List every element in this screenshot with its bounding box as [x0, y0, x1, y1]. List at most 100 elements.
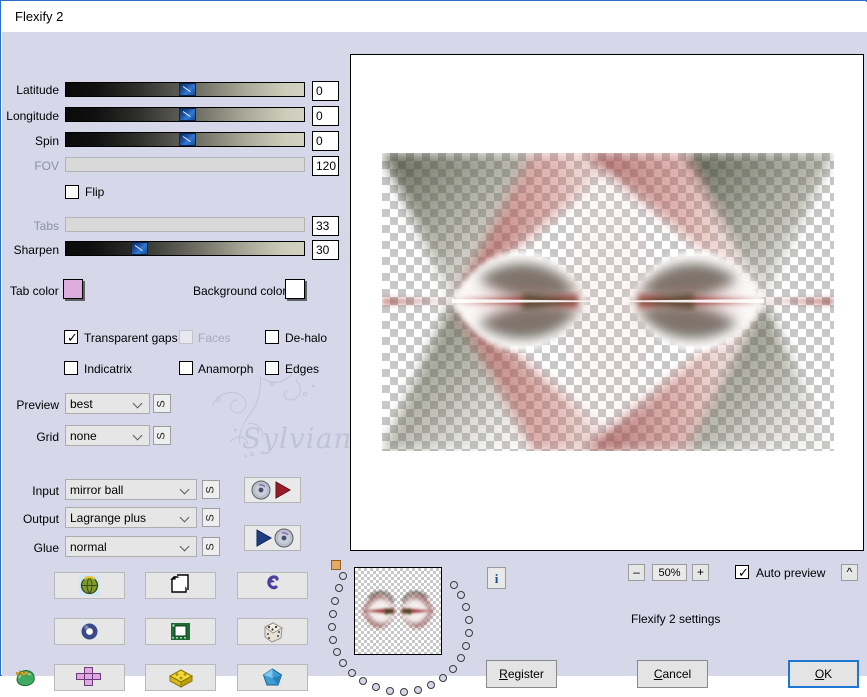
ring-dot[interactable] — [449, 665, 457, 673]
ring-dot[interactable] — [372, 683, 380, 691]
select-input[interactable]: mirror ball — [65, 479, 197, 500]
ring-dot[interactable] — [329, 636, 337, 644]
background-color-swatch[interactable] — [285, 279, 305, 299]
ring-dot[interactable] — [335, 584, 343, 592]
pages-icon — [170, 574, 189, 593]
zoom-out-button[interactable]: – — [628, 564, 645, 581]
sphere-button[interactable] — [54, 618, 125, 645]
ring-dot[interactable] — [465, 616, 473, 624]
checkbox-anamorph[interactable] — [179, 361, 193, 375]
select-grid[interactable]: none — [65, 425, 150, 446]
check-tick-icon: ✓ — [67, 330, 78, 345]
cube-button[interactable] — [145, 664, 216, 691]
ring-dot[interactable] — [439, 674, 447, 682]
slider-handle-spin[interactable] — [179, 133, 196, 146]
ring-dot[interactable] — [328, 623, 336, 631]
title-bar: Flexify 2 — [2, 2, 867, 32]
ring-dot[interactable] — [339, 572, 347, 580]
ring-dot[interactable] — [414, 686, 422, 694]
slider-label-latitude: Latitude — [16, 83, 59, 97]
slider-handle-longitude[interactable] — [179, 108, 196, 121]
ring-dot[interactable] — [333, 648, 341, 656]
slider-label-spin: Spin — [34, 134, 59, 148]
ring-dot[interactable] — [457, 591, 465, 599]
tab-color-swatch[interactable] — [63, 279, 83, 299]
check-tick-icon: ✓ — [738, 565, 749, 580]
zoom-level-value[interactable]: 50% — [652, 564, 687, 581]
ring-dot[interactable] — [400, 688, 408, 696]
select-preview[interactable]: best — [65, 393, 150, 414]
slider-handle-sharpen[interactable] — [131, 242, 148, 255]
preview-canvas[interactable] — [350, 54, 864, 551]
slider-spin[interactable] — [65, 132, 305, 147]
chevron-down-icon — [181, 486, 190, 492]
ring-dot[interactable] — [450, 581, 458, 589]
chip-button[interactable] — [145, 618, 216, 645]
checkbox-transparent-gaps[interactable]: ✓ — [64, 330, 78, 344]
globe-icon — [79, 575, 100, 596]
slider-handle-latitude[interactable] — [179, 83, 196, 96]
ok-button[interactable]: OK — [788, 660, 859, 688]
flexify-rendered-pattern — [382, 153, 834, 451]
checkbox-edges[interactable] — [265, 361, 279, 375]
chip-icon — [171, 623, 190, 640]
value-tabs[interactable]: 33 — [312, 216, 339, 236]
value-sharpen[interactable]: 30 — [312, 240, 339, 260]
select-label-output: Output — [22, 512, 59, 526]
ring-dot[interactable] — [462, 603, 470, 611]
slider-latitude[interactable] — [65, 82, 305, 97]
load-settings-button[interactable] — [244, 477, 301, 503]
save-settings-button[interactable] — [244, 525, 301, 551]
output-swap-button[interactable]: S — [202, 508, 220, 527]
select-value-output: Lagrange plus — [70, 511, 147, 525]
glue-swap-button[interactable]: S — [202, 537, 220, 556]
ring-dot[interactable] — [457, 654, 465, 662]
input-swap-button[interactable]: S — [202, 480, 220, 499]
cancel-button[interactable]: Cancel — [637, 660, 708, 688]
checkbox-de-halo[interactable] — [265, 330, 279, 344]
value-latitude[interactable]: 0 — [312, 81, 339, 101]
preview-swap-button[interactable]: S — [153, 394, 171, 413]
zoom-in-button[interactable]: + — [692, 564, 709, 581]
collapse-button[interactable]: ^ — [841, 564, 858, 581]
undo-arrow-icon — [267, 575, 279, 590]
dice-button[interactable] — [237, 618, 308, 645]
ring-dot[interactable] — [386, 687, 394, 695]
ring-dot[interactable] — [329, 610, 337, 618]
select-glue[interactable]: normal — [65, 536, 197, 557]
ring-dot[interactable] — [462, 642, 470, 650]
select-value-grid: none — [70, 429, 97, 443]
checkbox-flip[interactable] — [65, 185, 79, 199]
checkbox-indicatrix[interactable] — [64, 361, 78, 375]
ring-dot[interactable] — [465, 629, 473, 637]
ring-dot[interactable] — [359, 677, 367, 685]
undo-button[interactable] — [237, 572, 308, 599]
thumbnail-preview[interactable] — [354, 567, 442, 655]
leaf-hand-icon[interactable] — [11, 662, 41, 692]
select-label-grid: Grid — [36, 430, 59, 444]
corner-marker-icon[interactable] — [331, 560, 341, 570]
ring-dot[interactable] — [427, 681, 435, 689]
cross-button[interactable] — [54, 664, 125, 691]
grid-swap-button[interactable]: S — [153, 426, 171, 445]
checkbox-label-faces: Faces — [198, 331, 231, 345]
ring-dot[interactable] — [331, 597, 339, 605]
info-button[interactable]: i — [487, 567, 506, 589]
label-background-color: Background color — [193, 284, 287, 298]
select-output[interactable]: Lagrange plus — [65, 507, 197, 528]
ring-dot[interactable] — [339, 659, 347, 667]
value-fov[interactable]: 120 — [312, 156, 339, 176]
value-spin[interactable]: 0 — [312, 131, 339, 151]
select-label-preview: Preview — [16, 398, 59, 412]
register-button[interactable]: Register — [486, 660, 557, 688]
checkbox-auto-preview[interactable]: ✓ — [735, 565, 749, 579]
value-longitude[interactable]: 0 — [312, 106, 339, 126]
gem-button[interactable] — [237, 664, 308, 691]
slider-sharpen[interactable] — [65, 241, 305, 256]
slider-longitude[interactable] — [65, 107, 305, 122]
globe-button[interactable] — [54, 572, 125, 599]
pages-button[interactable] — [145, 572, 216, 599]
disc-play-icons — [251, 480, 292, 500]
chevron-down-icon — [134, 400, 143, 406]
slider-label-sharpen: Sharpen — [13, 243, 59, 257]
